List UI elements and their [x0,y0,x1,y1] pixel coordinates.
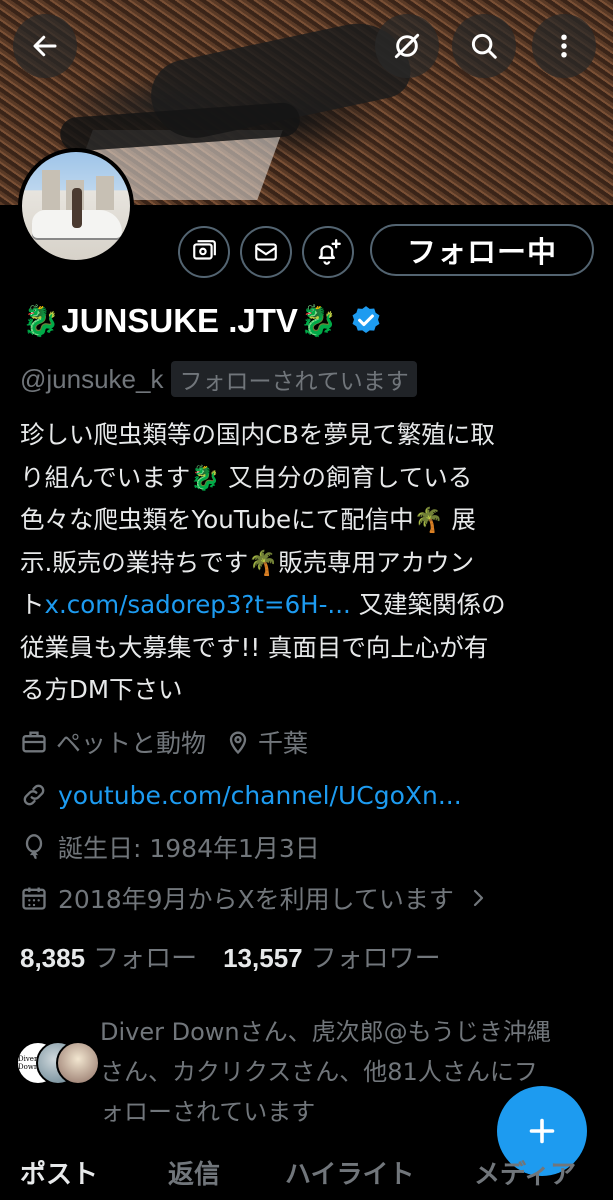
category-location-row: ペットと動物 千葉 [20,722,308,762]
followers-count-link[interactable]: 13,557 フォロワー [223,938,441,975]
following-count-link[interactable]: 8,385 フォロー [20,938,197,975]
plus-icon [529,1118,555,1144]
display-name: JUNSUKE .JTV [61,302,298,339]
message-button[interactable] [240,226,292,278]
handle: @junsuke_k [20,363,164,394]
more-button[interactable] [532,14,596,78]
briefcase-icon [22,731,46,753]
joined-row[interactable]: 2018年9月からXを利用しています [20,878,490,918]
birthday-row: 誕生日: 1984年1月3日 [20,827,320,867]
website-link[interactable]: youtube.com/channel/UCgoXn... [58,781,462,810]
category-text: ペットと動物 [56,729,207,758]
dragon-emoji-icon: 🐉 [299,304,338,338]
repost-toggle-button[interactable] [375,14,439,78]
bio-line: 珍しい爬虫類等の国内CBを夢見て繁殖に取 [20,420,495,449]
website-row: youtube.com/channel/UCgoXn... [20,775,462,815]
chevron-right-icon [473,889,484,907]
bio-line: トx.com/sadorep3?t=6H-... 又建築関係の [20,590,506,619]
verified-badge-icon[interactable] [349,304,383,338]
profile-tabs: ポスト 返信 ハイライト メディア [0,1148,613,1200]
palm-emoji-icon: 🌴 [248,548,279,577]
location-text: 千葉 [258,729,309,758]
search-icon [471,33,497,59]
birthday-text: 誕生日: 1984年1月3日 [58,834,320,863]
more-vertical-icon [561,34,567,58]
bio-line: り組んでいます🐉 又自分の飼育している [20,462,473,492]
tab-highlights[interactable]: ハイライト [285,1154,414,1191]
bio-link[interactable]: x.com/sadorep3?t=6H-... [45,590,351,619]
joined-text: 2018年9月からXを利用しています [58,885,454,914]
notification-button[interactable] [302,226,354,278]
tab-replies[interactable]: 返信 [168,1154,220,1191]
calendar-icon [22,887,46,910]
dragon-emoji-icon: 🐉 [190,463,221,492]
tab-media[interactable]: メディア [474,1154,576,1191]
search-button[interactable] [452,14,516,78]
repost-off-icon [394,33,420,59]
link-icon [23,784,45,806]
bio-line: 示.販売の業持ちです🌴販売専用アカウン [20,547,475,577]
subscribe-button[interactable] [178,226,230,278]
profile-avatar[interactable] [18,148,134,264]
palm-emoji-icon: 🌴 [413,506,444,534]
message-icon [255,243,277,261]
following-button[interactable]: フォロー中 [370,224,594,276]
back-button[interactable] [13,14,77,78]
bio-line: 従業員も大募集です!! 真面目で向上心が有 [20,632,489,662]
follow-counts: 8,385 フォロー 13,557 フォロワー [20,936,441,976]
profile-bio: 珍しい爬虫類等の国内CBを夢見て繁殖に取 り組んでいます🐉 又自分の飼育している… [20,414,605,712]
follower-avatar[interactable] [56,1041,100,1085]
balloon-icon [25,834,43,860]
location-pin-icon [229,731,247,755]
profile-name: 🐉 JUNSUKE .JTV 🐉 [22,296,383,346]
subscribe-icon [193,240,216,260]
handle-row: @junsuke_k フォローされています [20,361,417,397]
tab-posts[interactable]: ポスト [20,1154,98,1191]
notification-add-icon [318,239,341,265]
arrow-left-icon [33,35,57,57]
follows-you-badge: フォローされています [171,361,417,397]
dragon-emoji-icon: 🐉 [22,304,60,338]
bio-line: る方DM下さい [20,675,183,704]
bio-line: 色々な爬虫類をYouTubeにて配信中🌴 展 [20,505,476,534]
